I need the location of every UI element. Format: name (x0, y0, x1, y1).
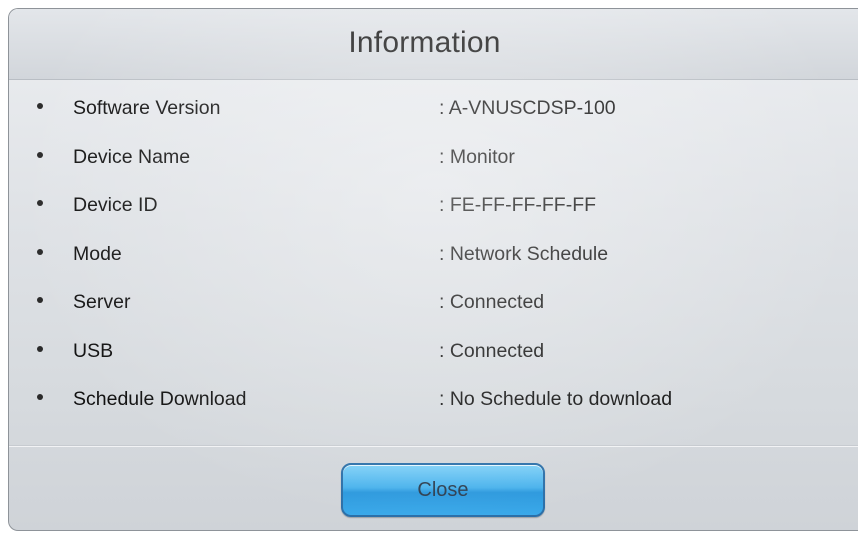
info-row-schedule-download: Schedule Download : No Schedule to downl… (9, 388, 858, 437)
info-label: Schedule Download (73, 388, 247, 410)
bullet-icon (37, 248, 43, 255)
bullet-icon (37, 394, 43, 400)
dialog-title-bar: Information (9, 9, 858, 80)
bullet-icon (37, 297, 43, 303)
info-label: Server (73, 291, 131, 313)
info-value: : No Schedule to download (439, 388, 673, 410)
info-label: Device Name (73, 145, 191, 168)
close-button[interactable]: Close (341, 463, 545, 517)
bullet-icon (37, 345, 43, 352)
info-label: Device ID (73, 194, 158, 216)
info-row-software-version: Software Version : A-VNUSCDSP-100 (9, 97, 858, 146)
info-label: Mode (73, 242, 122, 265)
info-value: : Connected (439, 339, 545, 362)
info-row-device-name: Device Name : Monitor (9, 146, 858, 195)
bullet-icon (37, 200, 43, 206)
information-dialog: Information Software Version : A-VNUSCDS… (8, 8, 858, 531)
info-row-server: Server : Connected (9, 291, 858, 340)
info-label: Software Version (73, 97, 221, 119)
info-value: : Connected (439, 291, 545, 313)
bullet-icon (37, 103, 43, 109)
info-row-device-id: Device ID : FE-FF-FF-FF-FF (9, 194, 858, 243)
info-value: : A-VNUSCDSP-100 (439, 97, 616, 119)
info-value: : Network Schedule (439, 242, 609, 265)
bullet-icon (37, 151, 43, 158)
information-list: Software Version : A-VNUSCDSP-100 Device… (9, 97, 858, 437)
info-value: : Monitor (439, 145, 515, 168)
dialog-title: Information (348, 26, 501, 59)
info-label: USB (73, 339, 114, 362)
info-row-usb: USB : Connected (9, 340, 858, 389)
info-row-mode: Mode : Network Schedule (9, 243, 858, 292)
info-value: : FE-FF-FF-FF-FF (439, 194, 597, 216)
